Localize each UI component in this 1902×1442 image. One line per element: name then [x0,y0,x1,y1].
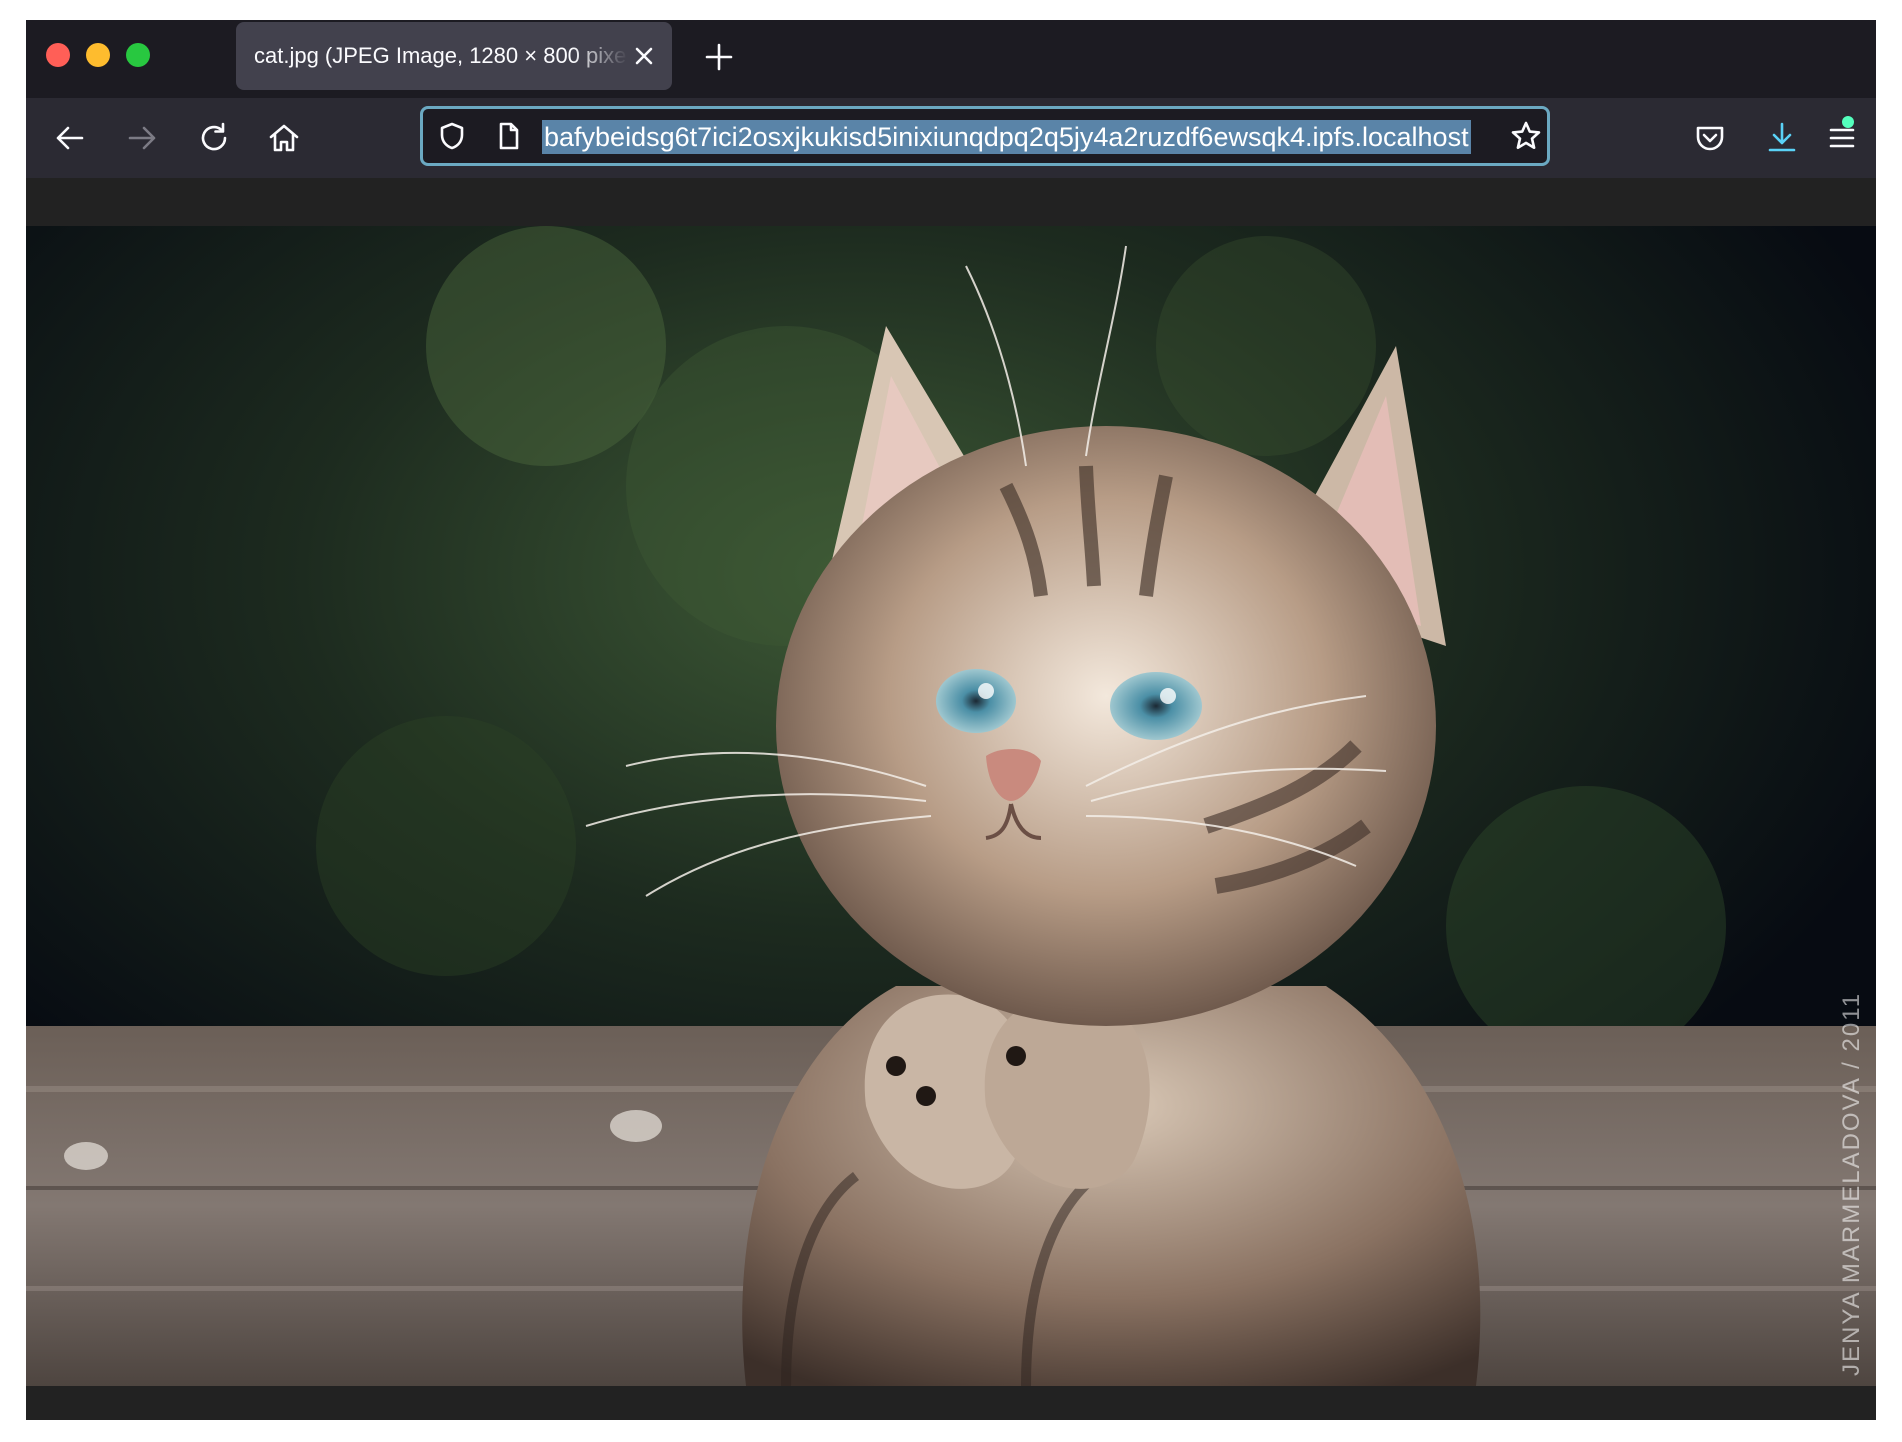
tab-active[interactable]: cat.jpg (JPEG Image, 1280 × 800 pixels) [236,22,672,90]
tab-title: cat.jpg (JPEG Image, 1280 × 800 pixels) [254,43,628,68]
url-text[interactable]: bafybeidsg6t7ici2osxjkukisd5inixiunqdpq2… [542,120,1471,154]
reload-icon[interactable] [194,118,234,158]
close-window-button[interactable] [46,43,70,67]
content-area: JENYA MARMELADOVA / 2011 [26,178,1876,1420]
page-info-icon[interactable] [493,121,523,151]
maximize-window-button[interactable] [126,43,150,67]
close-icon[interactable] [630,42,658,70]
download-icon[interactable] [1762,118,1802,158]
cat-photo-illustration [26,226,1876,1386]
shield-icon[interactable] [437,121,467,151]
navigation-bar: bafybeidsg6t7ici2osxjkukisd5inixiunqdpq2… [26,98,1876,178]
browser-window: cat.jpg (JPEG Image, 1280 × 800 pixels) [26,20,1876,1420]
arrow-left-icon[interactable] [50,118,90,158]
arrow-right-icon[interactable] [122,118,162,158]
displayed-image: JENYA MARMELADOVA / 2011 [26,226,1876,1386]
image-watermark: JENYA MARMELADOVA / 2011 [1838,991,1865,1376]
star-icon[interactable] [1510,120,1541,150]
home-icon[interactable] [264,118,304,158]
tab-strip: cat.jpg (JPEG Image, 1280 × 800 pixels) [26,20,1876,98]
update-notification-dot [1842,116,1854,128]
pocket-icon[interactable] [1690,118,1730,158]
minimize-window-button[interactable] [86,43,110,67]
url-bar[interactable]: bafybeidsg6t7ici2osxjkukisd5inixiunqdpq2… [420,106,1550,166]
plus-icon[interactable] [702,40,736,74]
